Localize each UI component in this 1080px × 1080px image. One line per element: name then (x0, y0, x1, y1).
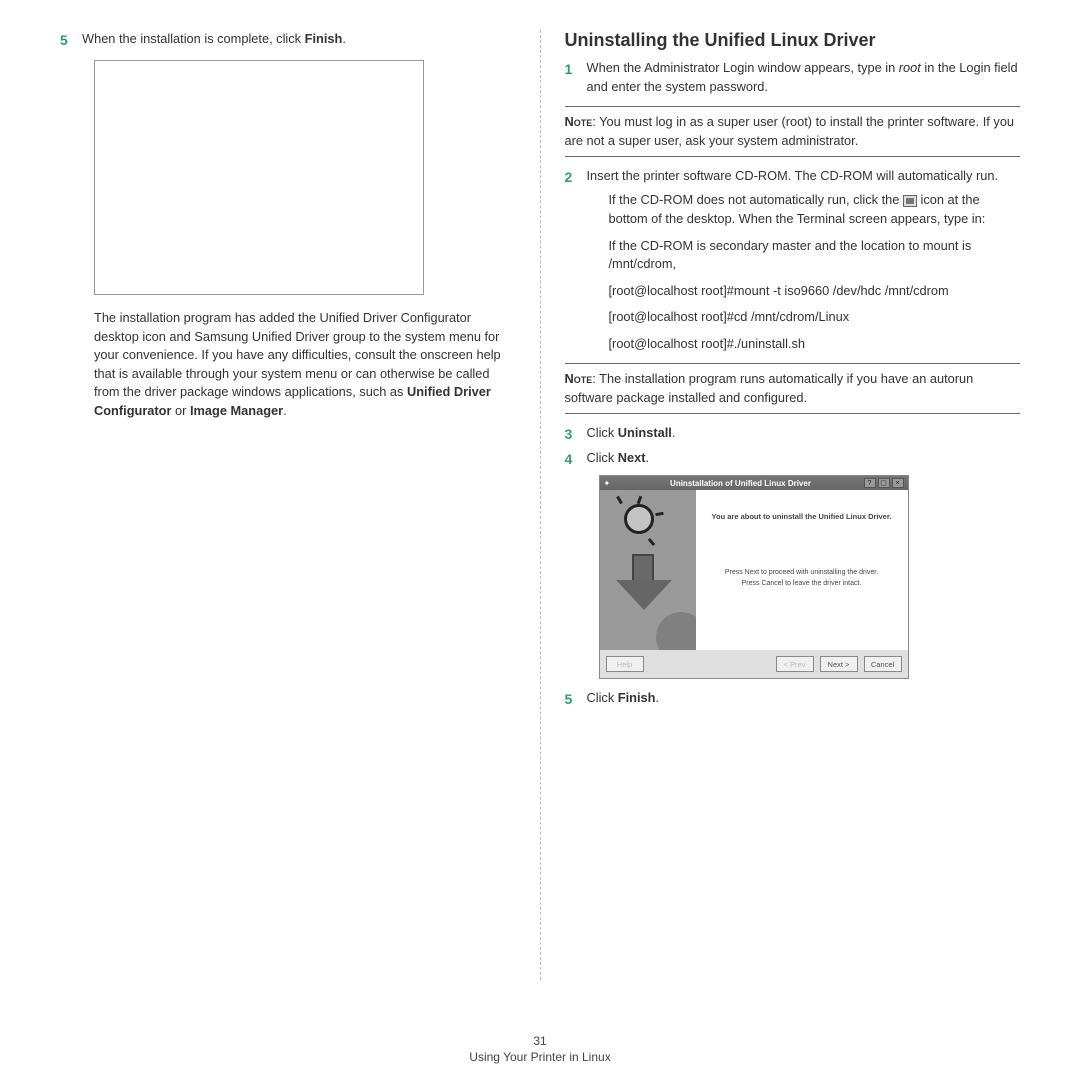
text: . (646, 450, 650, 465)
substep: If the CD-ROM is secondary master and th… (609, 237, 1021, 274)
bold-text: Image Manager (190, 403, 283, 418)
text: When the installation is complete, click (82, 31, 305, 46)
note-label: Note (565, 371, 593, 386)
right-step-3: 3 Click Uninstall. (565, 424, 1021, 444)
step-body: Click Uninstall. (587, 424, 1021, 444)
step-number: 3 (565, 424, 587, 444)
section-heading: Uninstalling the Unified Linux Driver (565, 30, 1021, 51)
command-text: [root@localhost root]#./uninstall.sh (609, 335, 1021, 354)
step-number: 2 (565, 167, 587, 187)
note-block-2: Note: The installation program runs auto… (565, 363, 1021, 414)
text: . (283, 403, 287, 418)
italic-text: root (899, 60, 921, 75)
step-body: When the installation is complete, click… (82, 30, 516, 50)
right-step-1: 1 When the Administrator Login window ap… (565, 59, 1021, 96)
bold-text: Next (618, 450, 646, 465)
bold-text: Finish (618, 690, 656, 705)
cancel-button[interactable]: Cancel (864, 656, 902, 672)
dialog-body: You are about to uninstall the Unified L… (600, 490, 908, 650)
note-label: Note (565, 114, 593, 129)
screenshot-placeholder (94, 60, 424, 295)
step-body: Insert the printer software CD-ROM. The … (587, 167, 1021, 187)
page-number: 31 (0, 1034, 1080, 1048)
text: If the CD-ROM does not automatically run… (609, 192, 903, 207)
minimize-icon[interactable]: ? (864, 478, 876, 488)
text: Click (587, 450, 618, 465)
close-icon[interactable]: × (892, 478, 904, 488)
left-step-5: 5 When the installation is complete, cli… (60, 30, 516, 50)
dialog-button-row: Help < Prev Next > Cancel (600, 650, 908, 678)
text: Click (587, 690, 618, 705)
text: When the Administrator Login window appe… (587, 60, 899, 75)
note-body: : The installation program runs automati… (565, 371, 974, 405)
help-button[interactable]: Help (606, 656, 644, 672)
column-divider (540, 30, 541, 980)
page-columns: 5 When the installation is complete, cli… (0, 0, 1080, 1000)
text: or (171, 403, 190, 418)
command-text: [root@localhost root]#cd /mnt/cdrom/Linu… (609, 308, 1021, 327)
text: . (342, 31, 346, 46)
page-footer: 31 Using Your Printer in Linux (0, 1034, 1080, 1064)
prev-button[interactable]: < Prev (776, 656, 814, 672)
right-step-5: 5 Click Finish. (565, 689, 1021, 709)
text: . (655, 690, 659, 705)
bold-text: Uninstall (618, 425, 672, 440)
text: Click (587, 425, 618, 440)
command-text: [root@localhost root]#mount -t iso9660 /… (609, 282, 1021, 301)
step-body: When the Administrator Login window appe… (587, 59, 1021, 96)
terminal-icon (903, 195, 917, 207)
dialog-titlebar: ✦ Uninstallation of Unified Linux Driver… (600, 476, 908, 490)
uninstall-dialog: ✦ Uninstallation of Unified Linux Driver… (599, 475, 909, 679)
substep: If the CD-ROM does not automatically run… (609, 191, 1021, 228)
text: . (672, 425, 676, 440)
step-body: Click Finish. (587, 689, 1021, 709)
step-body: Click Next. (587, 449, 1021, 469)
left-column: 5 When the installation is complete, cli… (40, 30, 536, 980)
right-step-2: 2 Insert the printer software CD-ROM. Th… (565, 167, 1021, 187)
right-column: Uninstalling the Unified Linux Driver 1 … (545, 30, 1041, 980)
step-number: 5 (60, 30, 82, 50)
step-number: 5 (565, 689, 587, 709)
footer-section-title: Using Your Printer in Linux (0, 1050, 1080, 1064)
left-description: The installation program has added the U… (94, 309, 516, 420)
dialog-sysmenu-icon[interactable]: ✦ (604, 479, 618, 488)
note-body: : You must log in as a super user (root)… (565, 114, 1015, 148)
dialog-title: Uninstallation of Unified Linux Driver (618, 479, 864, 488)
dialog-main: You are about to uninstall the Unified L… (696, 490, 908, 650)
bold-text: Finish (305, 31, 343, 46)
dialog-text: Press Cancel to leave the driver intact. (704, 580, 900, 587)
dialog-side-graphic (600, 490, 696, 650)
next-button[interactable]: Next > (820, 656, 858, 672)
step-number: 4 (565, 449, 587, 469)
dialog-text: Press Next to proceed with uninstalling … (704, 569, 900, 576)
right-step-4: 4 Click Next. (565, 449, 1021, 469)
step-number: 1 (565, 59, 587, 96)
dialog-heading: You are about to uninstall the Unified L… (704, 512, 900, 521)
note-block-1: Note: You must log in as a super user (r… (565, 106, 1021, 157)
maximize-icon[interactable]: ▢ (878, 478, 890, 488)
